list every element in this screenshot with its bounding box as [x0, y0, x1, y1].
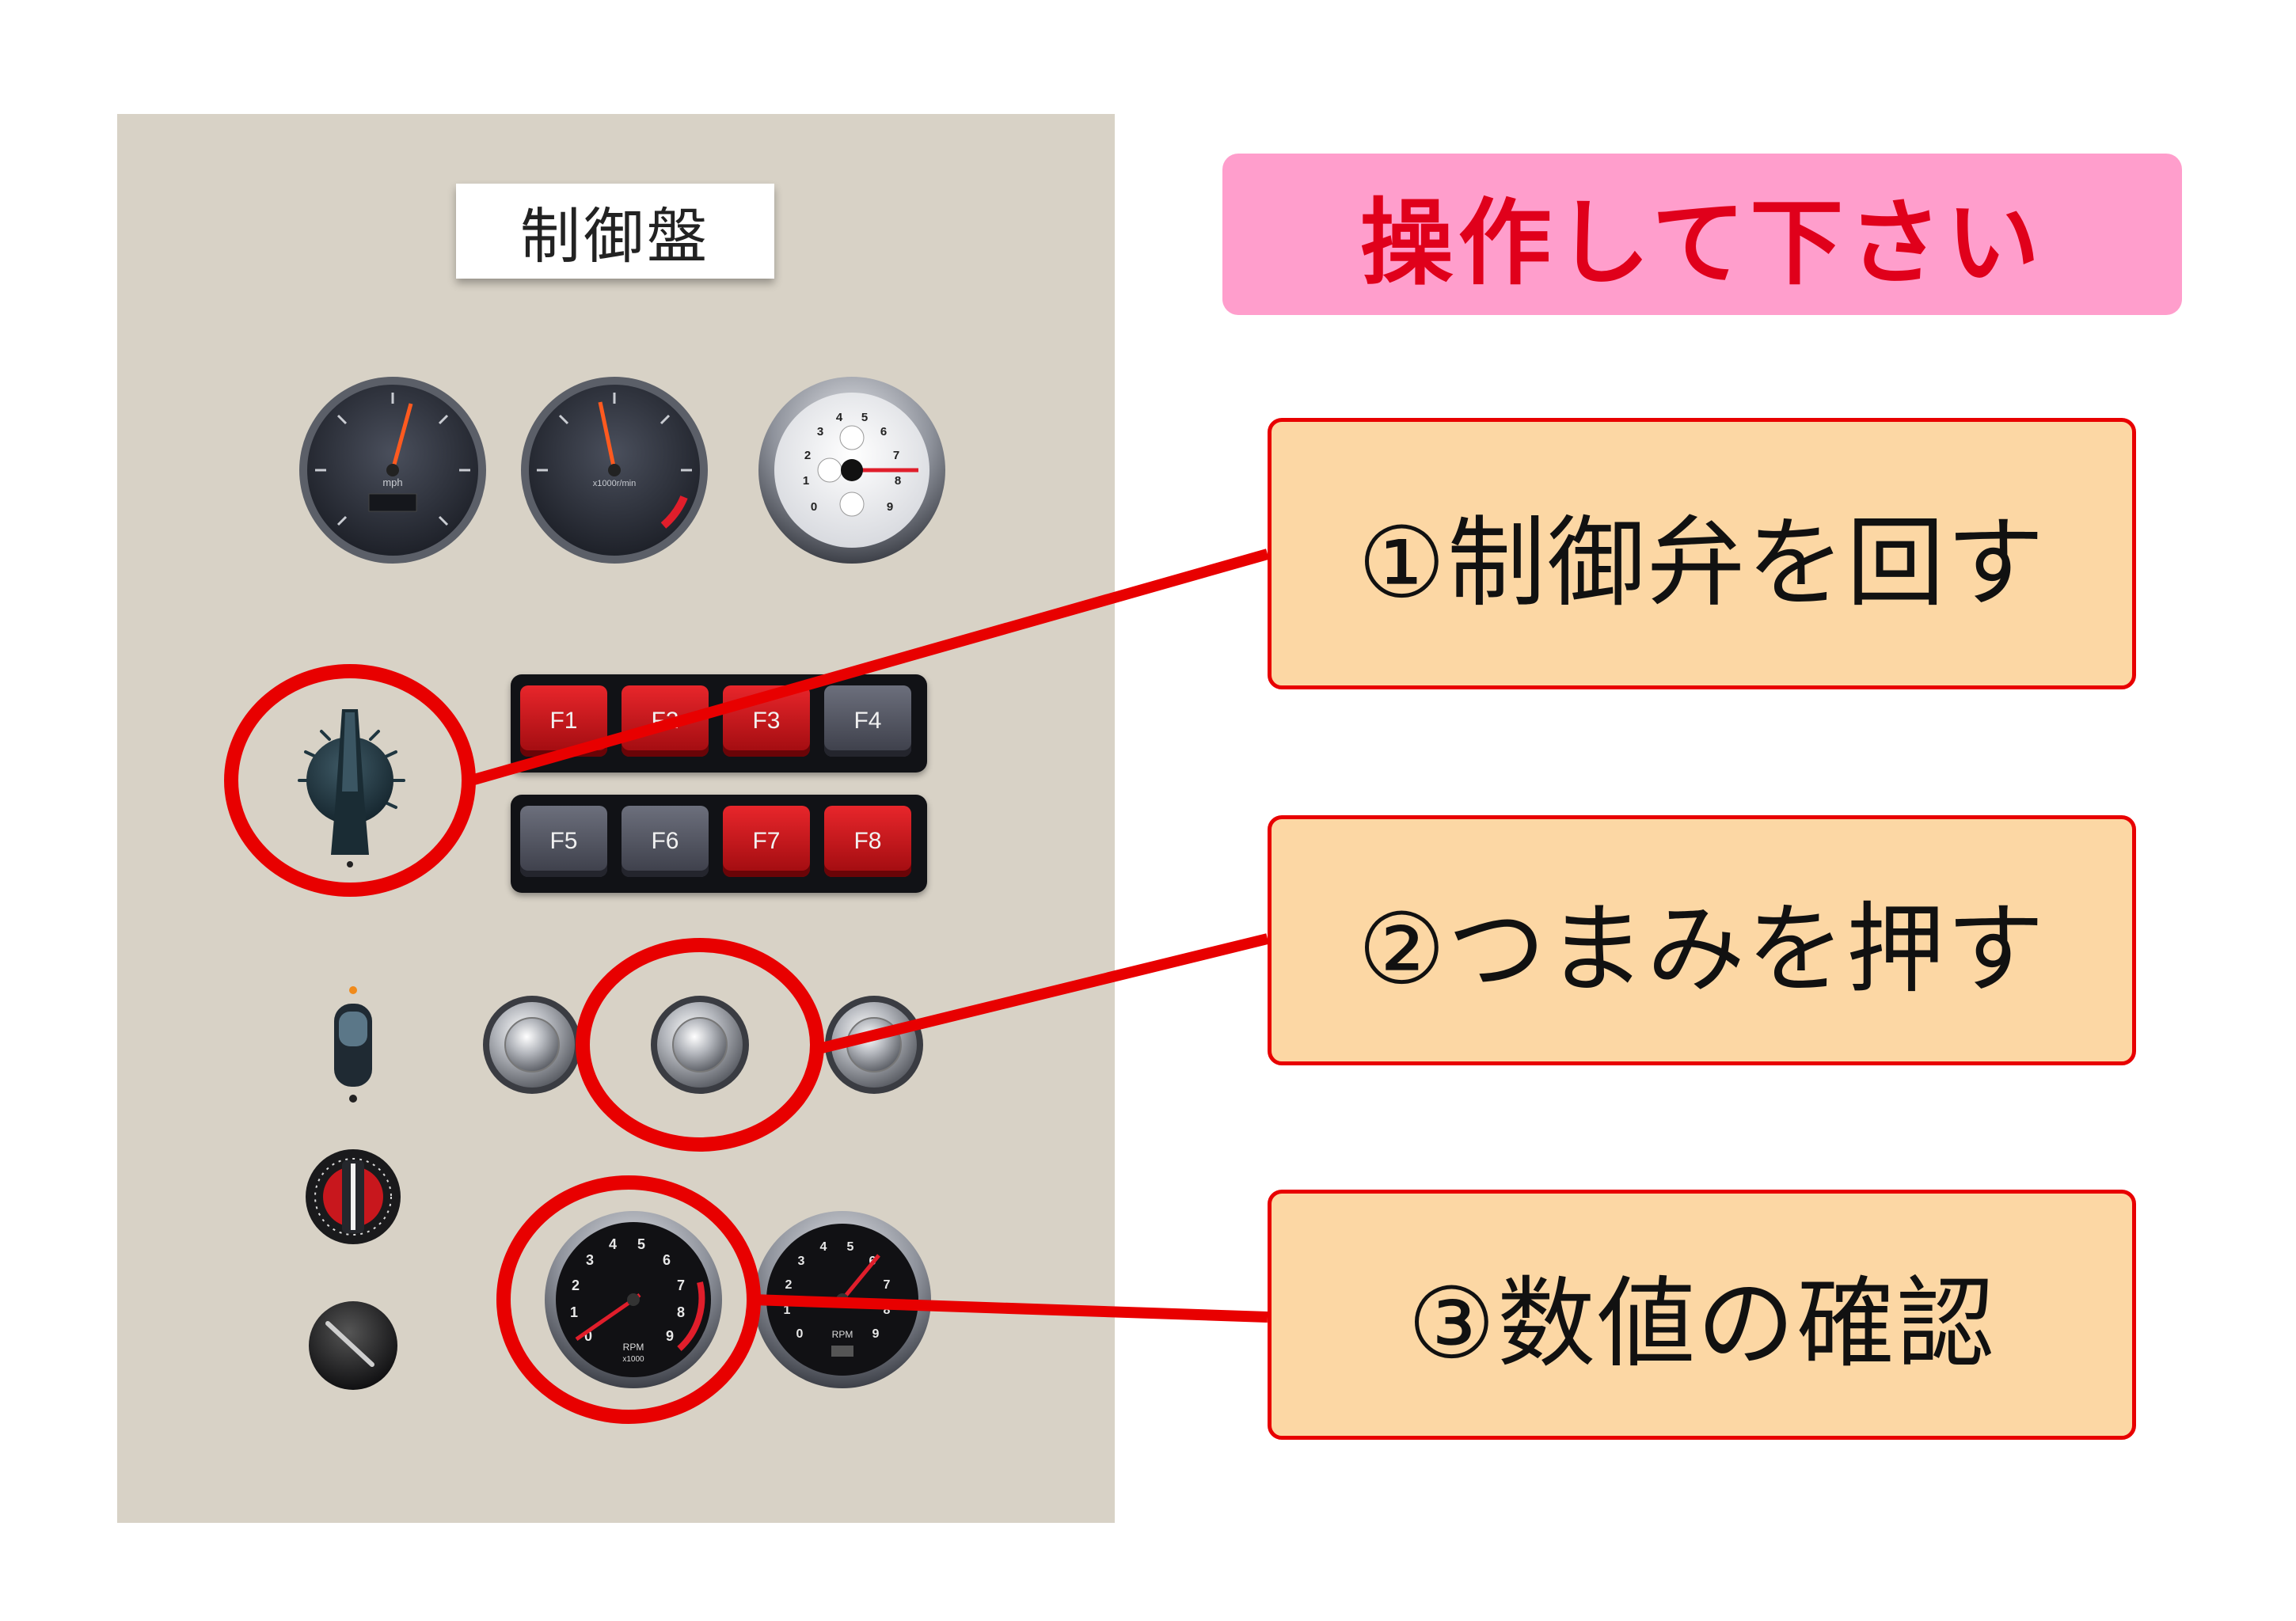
white-gauge-tick-7: 7 [893, 449, 899, 462]
metal-button-left[interactable] [483, 996, 581, 1094]
control-valve-knob[interactable] [298, 709, 405, 867]
rpm-right-tick-2: 2 [785, 1278, 793, 1292]
speedometer-gauge: mph [299, 377, 486, 564]
white-gauge-tick-2: 2 [804, 449, 811, 462]
rpm-gauge-left: 0 1 2 3 4 5 6 7 8 9 RPM x1000 [545, 1211, 722, 1388]
tachometer-small-gauge: x1000r/min [521, 377, 708, 564]
panel-graphics: mph x1000r/min 0 1 2 3 4 5 6 7 8 9 0 1 2… [224, 377, 1269, 1424]
rpm-left-label: RPM [623, 1342, 644, 1353]
rpm-left-tick-3: 3 [586, 1252, 594, 1268]
rpm-left-tick-2: 2 [572, 1277, 580, 1293]
white-gauge-tick-0: 0 [811, 500, 817, 514]
rpm-left-tick-5: 5 [637, 1236, 645, 1252]
white-gauge-tick-8: 8 [895, 474, 901, 488]
rpm-left-tick-9: 9 [666, 1328, 674, 1344]
rpm-left-tick-1: 1 [570, 1304, 578, 1320]
rpm-right-tick-5: 5 [847, 1240, 854, 1254]
rpm-right-label: RPM [832, 1329, 853, 1340]
white-gauge-tick-1: 1 [803, 474, 809, 488]
connector-line-step1 [464, 549, 1269, 788]
white-gauge-tick-3: 3 [817, 425, 823, 438]
metal-button-center[interactable] [651, 996, 749, 1094]
white-gauge-tick-4: 4 [836, 411, 843, 424]
tachometer-small-unit: x1000r/min [593, 479, 636, 488]
rpm-left-tick-6: 6 [663, 1252, 671, 1268]
rpm-right-tick-9: 9 [872, 1327, 880, 1341]
toggle-switch[interactable] [334, 986, 372, 1103]
black-rotary-knob[interactable] [309, 1301, 397, 1390]
white-gauge-tick-9: 9 [887, 500, 893, 514]
rpm-right-tick-7: 7 [884, 1278, 891, 1292]
rpm-right-tick-4: 4 [820, 1240, 827, 1254]
rpm-left-tick-7: 7 [677, 1277, 685, 1293]
connector-line-step2 [814, 933, 1269, 1055]
red-dial-knob[interactable] [306, 1149, 401, 1244]
rpm-left-tick-4: 4 [609, 1236, 617, 1252]
white-gauge-tick-6: 6 [880, 425, 887, 438]
rpm-left-sub: x1000 [622, 1355, 644, 1364]
rpm-left-tick-8: 8 [677, 1304, 685, 1320]
speedometer-unit: mph [382, 476, 402, 488]
rpm-right-tick-3: 3 [798, 1255, 805, 1268]
white-gauge: 0 1 2 3 4 5 6 7 8 9 [758, 377, 945, 564]
white-gauge-tick-5: 5 [861, 411, 868, 424]
rpm-right-tick-0: 0 [796, 1327, 804, 1341]
